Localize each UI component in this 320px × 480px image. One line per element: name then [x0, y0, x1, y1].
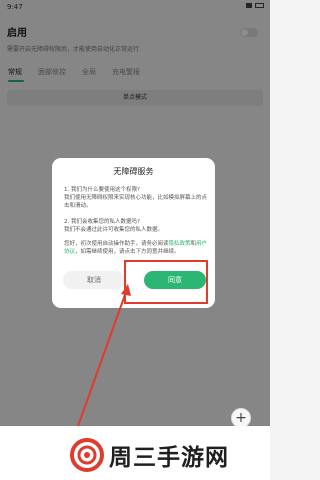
dialog-title: 无障碍服务 [113, 167, 154, 176]
watermark-text: 周三手游网 [109, 445, 229, 471]
annotation-highlight-box [124, 260, 208, 304]
site-logo-icon [70, 438, 104, 472]
site-watermark: 周三手游网 [70, 438, 229, 472]
add-button[interactable]: + [231, 408, 251, 428]
privacy-policy-link[interactable]: 隐私政策 [169, 241, 191, 247]
dialog-paragraph-3-text-c: ，如需继续使用，请点击下方同意并继续。 [75, 249, 180, 255]
cancel-button[interactable]: 取消 [63, 271, 125, 289]
dialog-paragraph-3: 您好，初次使用自动操作助手，请务必阅读隐私政策和用户协议，如需继续使用，请点击下… [64, 240, 210, 256]
dialog-paragraph-1: 1. 我们为什么要使用这个权限? 我们使用无障碍权限来实现核心功能，比如模拟屏幕… [64, 187, 208, 209]
dialog-paragraph-2: 2. 我们会收集您的私人数据吗? 我们不会通过此许可收集您的私人数据。 [64, 219, 164, 233]
dialog-paragraph-3-text-a: 您好，初次使用自动操作助手，请务必阅读 [64, 241, 169, 247]
